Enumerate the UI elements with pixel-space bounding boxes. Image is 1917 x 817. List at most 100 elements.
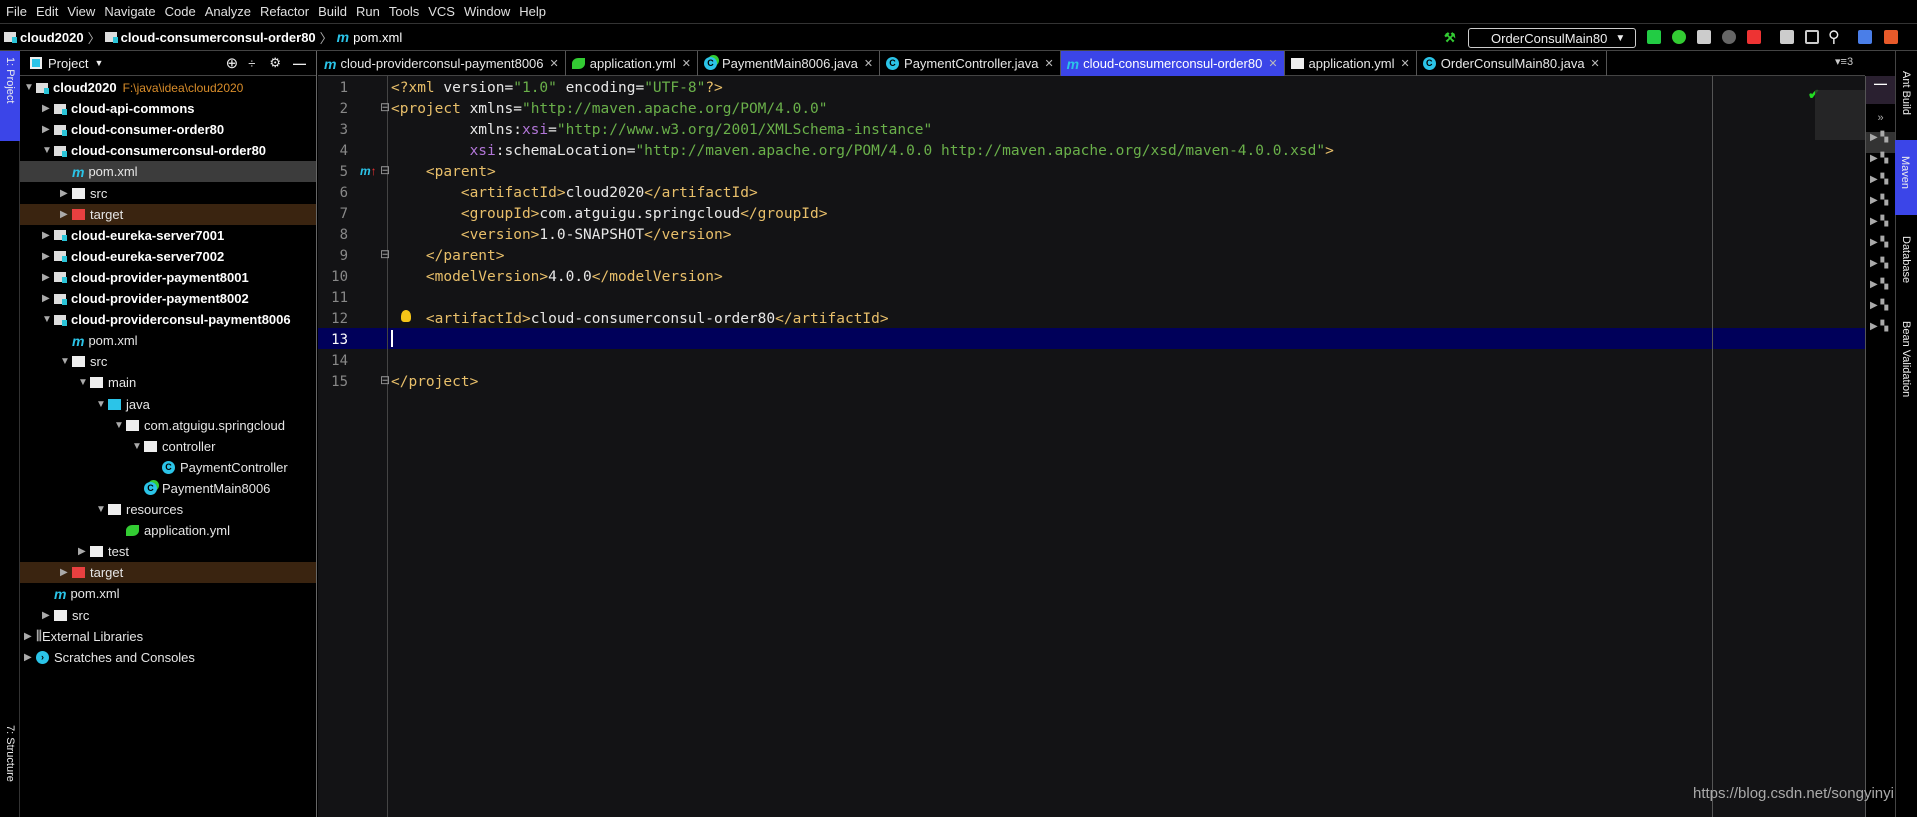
coverage-icon[interactable] bbox=[1697, 30, 1711, 44]
tree-item[interactable]: m pom.xml bbox=[20, 583, 316, 604]
menu-refactor[interactable]: Refactor bbox=[260, 4, 309, 19]
project-structure-icon[interactable] bbox=[1780, 30, 1794, 44]
menu-window[interactable]: Window bbox=[464, 4, 510, 19]
collapsed-arrow-icon[interactable]: ▶ bbox=[42, 272, 54, 283]
menu-file[interactable]: File bbox=[6, 4, 27, 19]
tree-item[interactable]: ▶ test bbox=[20, 541, 316, 562]
tree-item[interactable]: ▼ com.atguigu.springcloud bbox=[20, 415, 316, 436]
expanded-arrow-icon[interactable]: ▼ bbox=[114, 420, 126, 431]
tree-item[interactable]: ▼ cloud-consumerconsul-order80 bbox=[20, 140, 316, 161]
tree-item[interactable]: ▼ resources bbox=[20, 499, 316, 520]
code-editor[interactable]: 1 2 3 4 5 6 7 8 9 10 11 12 13 14 15 ⊟ ⊟ ⊟ ⊟ <?xml version=… bbox=[318, 76, 1865, 817]
collapse-all-icon[interactable]: ÷ bbox=[248, 56, 255, 71]
tree-item[interactable]: ▶ target bbox=[20, 562, 316, 584]
fold-marker-icon[interactable]: ⊟ bbox=[380, 100, 390, 114]
fold-marker-icon[interactable]: ⊟ bbox=[380, 163, 390, 177]
tool-window-structure[interactable]: 7: Structure bbox=[4, 725, 16, 782]
tree-item[interactable]: m pom.xml bbox=[20, 161, 316, 183]
tree-item[interactable]: ▶ target bbox=[20, 203, 316, 225]
tool-window-database[interactable]: Database bbox=[1900, 236, 1912, 283]
minimize-icon[interactable]: — bbox=[1866, 76, 1895, 104]
maven-project-item[interactable]: ▶ ▚ bbox=[1866, 321, 1895, 342]
collapsed-arrow-icon[interactable]: ▶ bbox=[60, 567, 72, 578]
menu-help[interactable]: Help bbox=[519, 4, 546, 19]
tree-item[interactable]: ▶ ⫼ External Libraries bbox=[20, 626, 316, 647]
tree-item[interactable]: ▶ src bbox=[20, 183, 316, 204]
tree-item[interactable]: ▶ cloud-eureka-server7002 bbox=[20, 246, 316, 267]
tree-item[interactable]: ▼ java bbox=[20, 394, 316, 415]
collapsed-arrow-icon[interactable]: ▶ bbox=[42, 124, 54, 135]
tree-item[interactable]: ▶ cloud-api-commons bbox=[20, 98, 316, 119]
maven-parent-gutter-icon[interactable]: m↑ bbox=[360, 164, 377, 178]
tree-item[interactable]: ▼ cloud2020 F:\java\idea\cloud2020 bbox=[20, 77, 316, 98]
expanded-arrow-icon[interactable]: ▼ bbox=[24, 82, 36, 93]
close-icon[interactable]: ✕ bbox=[682, 57, 691, 70]
tree-item[interactable]: ▼ main bbox=[20, 372, 316, 393]
close-icon[interactable]: ✕ bbox=[550, 57, 559, 70]
collapsed-arrow-icon[interactable]: ▶ bbox=[42, 610, 54, 621]
close-icon[interactable]: ✕ bbox=[1044, 57, 1053, 70]
tab-overflow[interactable]: ▾≡3 bbox=[1835, 55, 1853, 68]
tree-item[interactable]: ▼ cloud-providerconsul-payment8006 bbox=[20, 309, 316, 330]
rerun-icon[interactable] bbox=[1647, 30, 1661, 44]
expanded-arrow-icon[interactable]: ▼ bbox=[132, 441, 144, 452]
project-view-selector[interactable]: Project bbox=[48, 56, 88, 71]
tree-item[interactable]: ▶ › Scratches and Consoles bbox=[20, 647, 316, 668]
breadcrumb-file[interactable]: m pom.xml bbox=[337, 29, 403, 45]
stop-icon[interactable] bbox=[1747, 30, 1761, 44]
expand-icon[interactable]: » bbox=[1866, 104, 1895, 132]
maven-project-item[interactable]: ▶ ▚ bbox=[1866, 300, 1895, 321]
profile-icon[interactable] bbox=[1722, 30, 1736, 44]
menu-analyze[interactable]: Analyze bbox=[205, 4, 251, 19]
tree-item[interactable]: ▶ cloud-consumer-order80 bbox=[20, 119, 316, 140]
collapsed-arrow-icon[interactable]: ▶ bbox=[78, 546, 90, 557]
fold-marker-icon[interactable]: ⊟ bbox=[380, 247, 390, 261]
breadcrumb-module[interactable]: cloud-consumerconsul-order80 〉 bbox=[104, 28, 337, 47]
menu-edit[interactable]: Edit bbox=[36, 4, 58, 19]
expanded-arrow-icon[interactable]: ▼ bbox=[42, 314, 54, 325]
plugin-icon[interactable] bbox=[1884, 30, 1898, 44]
expanded-arrow-icon[interactable]: ▼ bbox=[78, 377, 90, 388]
tree-item[interactable]: ▼ src bbox=[20, 351, 316, 372]
collapsed-arrow-icon[interactable]: ▶ bbox=[24, 652, 36, 663]
search-icon[interactable]: ⚲ bbox=[1828, 27, 1840, 47]
close-icon[interactable]: ✕ bbox=[1401, 57, 1410, 70]
editor-tab[interactable]: C OrderConsulMain80.java ✕ bbox=[1417, 51, 1607, 76]
maven-project-item[interactable]: ▶ ▚ bbox=[1866, 153, 1895, 174]
tree-item[interactable]: C PaymentController bbox=[20, 457, 316, 478]
hide-icon[interactable]: — bbox=[293, 56, 306, 71]
menu-navigate[interactable]: Navigate bbox=[104, 4, 155, 19]
maven-project-item[interactable]: ▶ ▚ bbox=[1866, 195, 1895, 216]
collapsed-arrow-icon[interactable]: ▶ bbox=[42, 251, 54, 262]
maven-project-item[interactable]: ▶ ▚ bbox=[1866, 279, 1895, 300]
tree-item[interactable]: ▶ src bbox=[20, 605, 316, 626]
collapsed-arrow-icon[interactable]: ▶ bbox=[42, 293, 54, 304]
tool-window-bean-validation[interactable]: Bean Validation bbox=[1900, 321, 1912, 397]
expanded-arrow-icon[interactable]: ▼ bbox=[42, 145, 54, 156]
maven-project-item[interactable]: ▶ ▚ bbox=[1866, 132, 1895, 153]
gear-icon[interactable]: ⚙ bbox=[269, 55, 281, 71]
chevron-down-icon[interactable]: ▼ bbox=[94, 58, 103, 68]
run-config-dropdown[interactable]: OrderConsulMain80 ▼ bbox=[1468, 28, 1636, 48]
expanded-arrow-icon[interactable]: ▼ bbox=[60, 356, 72, 367]
menu-tools[interactable]: Tools bbox=[389, 4, 419, 19]
tool-window-project[interactable]: 1: Project bbox=[0, 51, 20, 141]
maven-project-item[interactable]: ▶ ▚ bbox=[1866, 216, 1895, 237]
close-icon[interactable]: ✕ bbox=[1591, 57, 1600, 70]
collapsed-arrow-icon[interactable]: ▶ bbox=[60, 188, 72, 199]
tool-window-ant-build[interactable]: Ant Build bbox=[1900, 71, 1912, 115]
tree-item[interactable]: application.yml bbox=[20, 520, 316, 541]
menu-vcs[interactable]: VCS bbox=[428, 4, 455, 19]
collapsed-arrow-icon[interactable]: ▶ bbox=[42, 230, 54, 241]
collapsed-arrow-icon[interactable]: ▶ bbox=[24, 631, 36, 642]
tree-item[interactable]: C PaymentMain8006 bbox=[20, 478, 316, 499]
breadcrumb-cloud2020[interactable]: cloud2020 〉 bbox=[4, 28, 105, 47]
tree-item[interactable]: ▶ cloud-provider-payment8001 bbox=[20, 267, 316, 288]
maven-project-item[interactable]: ▶ ▚ bbox=[1866, 174, 1895, 195]
tree-item[interactable]: ▶ cloud-eureka-server7001 bbox=[20, 225, 316, 246]
debug-icon[interactable] bbox=[1672, 30, 1686, 44]
close-icon[interactable]: ✕ bbox=[864, 57, 873, 70]
collapsed-arrow-icon[interactable]: ▶ bbox=[60, 209, 72, 220]
collapsed-arrow-icon[interactable]: ▶ bbox=[42, 103, 54, 114]
expanded-arrow-icon[interactable]: ▼ bbox=[96, 399, 108, 410]
